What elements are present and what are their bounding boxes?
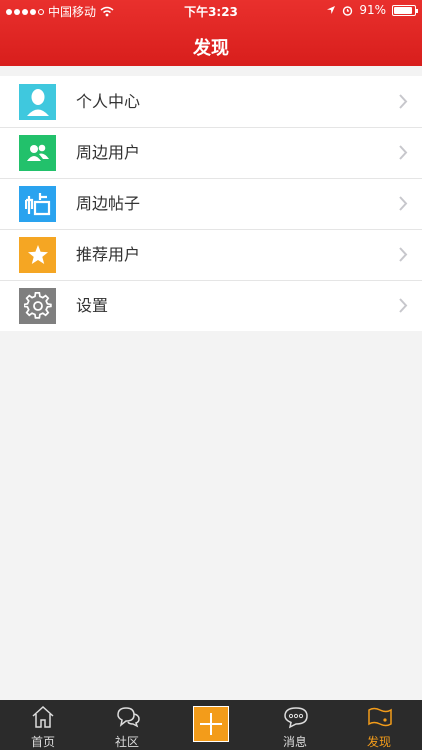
status-bar: 中国移动 下午3:23 91% — [0, 0, 422, 22]
users-icon — [19, 135, 56, 171]
location-arrow-icon — [327, 6, 336, 14]
menu-item-label: 周边帖子 — [76, 194, 141, 213]
plus-icon[interactable] — [193, 706, 229, 742]
menu-item-label: 周边用户 — [76, 143, 141, 162]
menu-item-gear[interactable]: 设置 — [0, 280, 422, 331]
menu-item-post[interactable]: 周边帖子 — [0, 178, 422, 229]
alarm-icon — [343, 5, 353, 16]
person-icon — [19, 84, 56, 120]
discover-menu: 个人中心周边用户周边帖子推荐用户设置 — [0, 76, 422, 331]
tab-discover[interactable]: 发现 — [337, 700, 421, 750]
tab-chat[interactable]: 社区 — [85, 700, 169, 750]
chevron-right-icon — [399, 247, 408, 262]
page-title: 发现 — [193, 38, 229, 59]
message-icon — [283, 705, 308, 729]
home-icon — [31, 705, 55, 729]
status-right: 91% — [326, 3, 418, 17]
star-icon — [19, 237, 56, 273]
post-icon — [19, 186, 56, 222]
app-header: 中国移动 下午3:23 91% 发现 — [0, 0, 422, 66]
menu-item-users[interactable]: 周边用户 — [0, 127, 422, 178]
battery-percent: 91% — [359, 3, 386, 17]
menu-item-label: 个人中心 — [76, 92, 141, 111]
discover-icon — [367, 705, 392, 729]
menu-item-label: 设置 — [76, 296, 109, 315]
menu-item-star[interactable]: 推荐用户 — [0, 229, 422, 280]
battery-icon — [392, 4, 418, 16]
tab-label: 发现 — [366, 735, 391, 749]
gear-icon — [19, 288, 56, 324]
menu-item-person[interactable]: 个人中心 — [0, 76, 422, 127]
tab-label: 社区 — [114, 735, 139, 749]
tab-home[interactable]: 首页 — [1, 700, 85, 750]
chevron-right-icon — [399, 196, 408, 211]
tab-label: 首页 — [30, 735, 55, 749]
tab-message[interactable]: 消息 — [253, 700, 337, 750]
chevron-right-icon — [399, 298, 408, 313]
chevron-right-icon — [399, 145, 408, 160]
menu-item-label: 推荐用户 — [76, 245, 141, 264]
chevron-right-icon — [399, 94, 408, 109]
chat-icon — [115, 705, 140, 729]
tab-label: 消息 — [282, 735, 307, 749]
